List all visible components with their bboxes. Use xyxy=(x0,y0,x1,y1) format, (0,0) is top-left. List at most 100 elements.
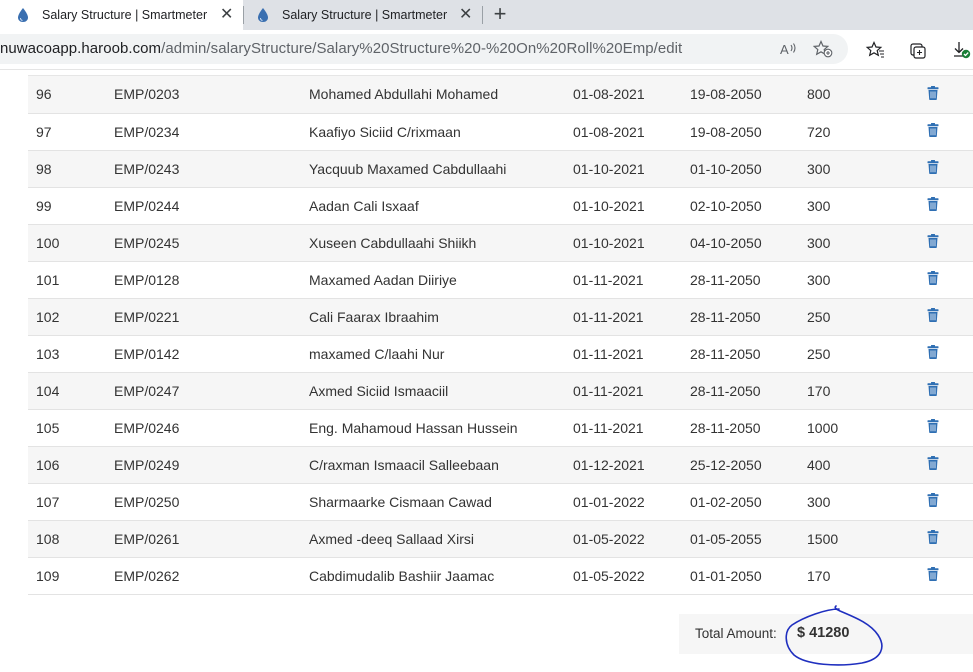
trash-icon[interactable] xyxy=(927,419,939,433)
table-row: 104 EMP/0247 Axmed Siciid Ismaaciil 01-1… xyxy=(28,372,973,410)
url-text[interactable]: nuwacoapp.haroob.com/admin/salaryStructu… xyxy=(0,40,682,57)
employee-code: EMP/0142 xyxy=(114,335,309,373)
end-date: 01-10-2050 xyxy=(690,150,807,188)
end-date: 01-05-2055 xyxy=(690,520,807,558)
end-date: 01-02-2050 xyxy=(690,483,807,521)
trash-icon[interactable] xyxy=(927,382,939,396)
trash-icon[interactable] xyxy=(927,271,939,285)
salary-amount: 1500 xyxy=(807,520,927,558)
trash-icon[interactable] xyxy=(927,530,939,544)
salary-structure-table: 96 EMP/0203 Mohamed Abdullahi Mohamed 01… xyxy=(28,76,973,595)
start-date: 01-11-2021 xyxy=(573,409,690,447)
browser-toolbar: nuwacoapp.haroob.com/admin/salaryStructu… xyxy=(0,30,973,70)
employee-code: EMP/0245 xyxy=(114,224,309,262)
start-date: 01-05-2022 xyxy=(573,520,690,558)
row-number: 98 xyxy=(28,150,114,188)
employee-code: EMP/0243 xyxy=(114,150,309,188)
salary-amount: 170 xyxy=(807,372,927,410)
salary-amount: 250 xyxy=(807,335,927,373)
trash-icon[interactable] xyxy=(927,123,939,137)
salary-amount: 250 xyxy=(807,298,927,336)
trash-icon[interactable] xyxy=(927,160,939,174)
start-date: 01-11-2021 xyxy=(573,261,690,299)
svg-text:A: A xyxy=(780,42,789,57)
row-actions xyxy=(927,298,973,336)
end-date: 28-11-2050 xyxy=(690,261,807,299)
read-aloud-icon[interactable]: A xyxy=(778,38,800,60)
start-date: 01-10-2021 xyxy=(573,150,690,188)
browser-tab-1[interactable]: Salary Structure | Smartmeter ✕ xyxy=(0,0,243,30)
trash-icon[interactable] xyxy=(927,567,939,581)
row-number: 100 xyxy=(28,224,114,262)
end-date: 04-10-2050 xyxy=(690,224,807,262)
salary-amount: 800 xyxy=(807,76,927,114)
url-host: nuwacoapp.haroob.com xyxy=(0,40,162,57)
start-date: 01-05-2022 xyxy=(573,557,690,595)
row-actions xyxy=(927,261,973,299)
salary-amount: 400 xyxy=(807,446,927,484)
row-number: 99 xyxy=(28,187,114,225)
end-date: 19-08-2050 xyxy=(690,113,807,151)
trash-icon[interactable] xyxy=(927,308,939,322)
row-number: 107 xyxy=(28,483,114,521)
trash-icon[interactable] xyxy=(927,345,939,359)
row-actions xyxy=(927,76,973,114)
row-number: 96 xyxy=(28,76,114,114)
start-date: 01-12-2021 xyxy=(573,446,690,484)
row-number: 108 xyxy=(28,520,114,558)
employee-code: EMP/0244 xyxy=(114,187,309,225)
address-bar[interactable]: nuwacoapp.haroob.com/admin/salaryStructu… xyxy=(0,34,848,64)
total-amount-label: Total Amount: xyxy=(695,626,777,641)
end-date: 28-11-2050 xyxy=(690,372,807,410)
row-number: 97 xyxy=(28,113,114,151)
trash-icon[interactable] xyxy=(927,493,939,507)
table-row: 99 EMP/0244 Aadan Cali Isxaaf 01-10-2021… xyxy=(28,187,973,225)
row-actions xyxy=(927,335,973,373)
start-date: 01-10-2021 xyxy=(573,187,690,225)
row-number: 101 xyxy=(28,261,114,299)
trash-icon[interactable] xyxy=(927,234,939,248)
downloads-icon[interactable] xyxy=(951,39,973,61)
trash-icon[interactable] xyxy=(927,456,939,470)
close-tab-icon[interactable]: ✕ xyxy=(459,7,472,23)
browser-tab-2[interactable]: Salary Structure | Smartmeter ✕ xyxy=(244,0,482,30)
url-path: /admin/salaryStructure/Salary%20Structur… xyxy=(161,40,683,57)
hand-drawn-circle-annotation xyxy=(785,605,883,666)
employee-code: EMP/0128 xyxy=(114,261,309,299)
employee-code: EMP/0234 xyxy=(114,113,309,151)
row-actions xyxy=(927,113,973,151)
row-number: 106 xyxy=(28,446,114,484)
tab-divider xyxy=(482,6,483,24)
collections-icon[interactable] xyxy=(908,39,930,61)
table-row: 106 EMP/0249 C/raxman Ismaacil Salleebaa… xyxy=(28,446,973,484)
end-date: 28-11-2050 xyxy=(690,335,807,373)
favorites-icon[interactable] xyxy=(864,39,886,61)
start-date: 01-11-2021 xyxy=(573,372,690,410)
employee-name: Cabdimudalib Bashiir Jaamac xyxy=(309,557,573,595)
employee-code: EMP/0261 xyxy=(114,520,309,558)
end-date: 25-12-2050 xyxy=(690,446,807,484)
salary-amount: 300 xyxy=(807,187,927,225)
employee-code: EMP/0250 xyxy=(114,483,309,521)
add-favorite-icon[interactable] xyxy=(812,38,834,60)
water-drop-favicon-icon xyxy=(258,8,268,22)
salary-amount: 300 xyxy=(807,150,927,188)
row-number: 103 xyxy=(28,335,114,373)
salary-amount: 170 xyxy=(807,557,927,595)
new-tab-plus-icon[interactable]: + xyxy=(488,3,512,27)
salary-amount: 300 xyxy=(807,261,927,299)
salary-amount: 1000 xyxy=(807,409,927,447)
start-date: 01-01-2022 xyxy=(573,483,690,521)
employee-code: EMP/0262 xyxy=(114,557,309,595)
employee-name: Eng. Mahamoud Hassan Hussein xyxy=(309,409,573,447)
trash-icon[interactable] xyxy=(927,85,939,100)
employee-code: EMP/0221 xyxy=(114,298,309,336)
row-number: 105 xyxy=(28,409,114,447)
employee-code: EMP/0246 xyxy=(114,409,309,447)
table-row: 102 EMP/0221 Cali Faarax Ibraahim 01-11-… xyxy=(28,298,973,336)
start-date: 01-11-2021 xyxy=(573,335,690,373)
close-tab-icon[interactable]: ✕ xyxy=(220,7,233,23)
trash-icon[interactable] xyxy=(927,197,939,211)
row-number: 102 xyxy=(28,298,114,336)
row-actions xyxy=(927,224,973,262)
